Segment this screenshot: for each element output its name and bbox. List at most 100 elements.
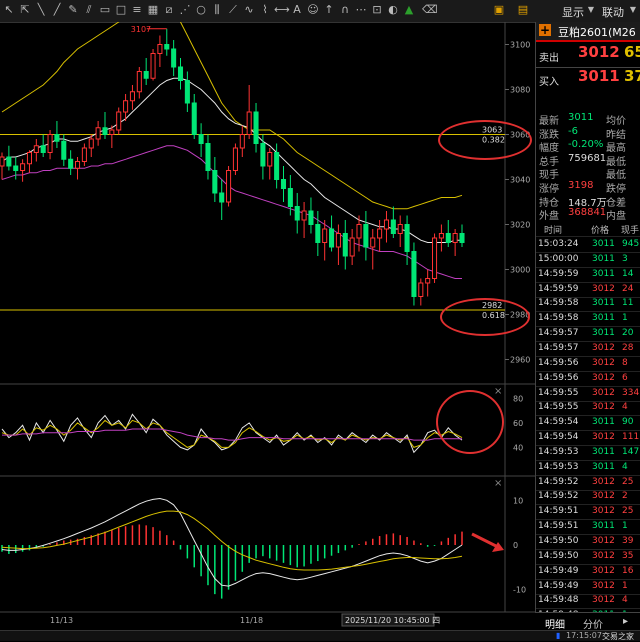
linkage-dropdown-icon[interactable]: ▼	[626, 3, 640, 17]
tick-row[interactable]: 14:59:53 3011 147	[536, 446, 640, 460]
period-icon[interactable]: ⫼	[210, 3, 224, 17]
channel-icon[interactable]: ⧄	[162, 3, 176, 17]
candle-body	[308, 210, 314, 225]
hide-icon[interactable]: ◐	[386, 3, 400, 17]
tick-row[interactable]: 14:59:55 3012 4	[536, 401, 640, 415]
arrow-icon[interactable]: ↖	[2, 3, 16, 17]
tick-row[interactable]: 14:59:51 3012 25	[536, 505, 640, 519]
pen-icon[interactable]: ✎	[66, 3, 80, 17]
line-icon[interactable]: ╲	[34, 3, 48, 17]
add-icon[interactable]: +	[539, 24, 551, 36]
emoji-icon[interactable]: ☺	[306, 3, 320, 17]
ray-icon[interactable]: ╱	[50, 3, 64, 17]
gann-icon[interactable]: ⟋	[226, 3, 240, 17]
x-axis-label: 11/13	[50, 616, 73, 625]
tick-time: 14:59:55	[538, 402, 579, 413]
linkage-menu[interactable]: 联动	[602, 4, 624, 20]
wallet-icon[interactable]: ▣	[492, 3, 506, 17]
tab-more-icon[interactable]: ▸	[623, 616, 628, 627]
kline-chart-area[interactable]: × × 3100 3080 3060 3040 3020 3000 2980 2960 3063 0.…	[0, 22, 535, 630]
tick-row[interactable]: 14:59:56 3012 8	[536, 357, 640, 371]
status-bar: ▮ 17:15:07 交易之家	[0, 630, 640, 641]
candle-body	[459, 233, 465, 243]
grid-icon[interactable]: ▦	[146, 3, 160, 17]
measure-icon[interactable]: ⟷	[274, 3, 290, 17]
candle-body	[260, 143, 266, 167]
text-icon[interactable]: A	[290, 3, 304, 17]
fib-icon[interactable]: ≡	[130, 3, 144, 17]
rsi-tick-label: 40	[513, 443, 523, 452]
tick-row[interactable]: 14:59:51 3011 1	[536, 520, 640, 534]
tick-row[interactable]: 15:03:24 3011 945	[536, 238, 640, 252]
tick-row[interactable]: 14:59:50 3012 39	[536, 535, 640, 549]
tick-volume: 20	[622, 328, 634, 339]
candle-body	[109, 129, 115, 135]
tick-row[interactable]: 14:59:52 3012 25	[536, 476, 640, 490]
tick-row[interactable]: 14:59:57 3012 28	[536, 342, 640, 356]
display-menu[interactable]: 显示	[562, 4, 584, 20]
tick-header: 时间 价格 现手	[536, 222, 640, 236]
tick-row[interactable]: 14:59:59 3012 24	[536, 283, 640, 297]
square-icon[interactable]: □	[114, 3, 128, 17]
tab-price-split[interactable]: 分价	[583, 616, 603, 631]
tick-volume: 25	[622, 476, 634, 487]
tick-row[interactable]: 14:59:58 3011 11	[536, 297, 640, 311]
tick-row[interactable]: 14:59:52 3012 2	[536, 490, 640, 504]
tick-row[interactable]: 14:59:49 3012 1	[536, 580, 640, 594]
ask-row[interactable]: 卖出 3012 65	[536, 43, 640, 66]
tick-row[interactable]: 14:59:48 3012 4	[536, 594, 640, 608]
tick-row[interactable]: 14:59:57 3011 20	[536, 327, 640, 341]
tick-price: 3011	[592, 461, 615, 472]
parallel-icon[interactable]: ⫽	[82, 3, 96, 17]
candle-body	[74, 161, 81, 169]
tick-price: 3011	[592, 239, 615, 249]
tick-volume: 3	[622, 253, 628, 264]
tick-time: 14:59:50	[538, 536, 579, 546]
tick-price: 3011	[592, 268, 615, 279]
tick-row[interactable]: 14:59:54 3012 111	[536, 431, 640, 445]
macd-tick-label: -10	[513, 586, 526, 595]
tick-time: 14:59:49	[538, 580, 579, 591]
tree-icon[interactable]: ▲	[402, 3, 416, 17]
tick-row[interactable]: 14:59:53 3011 4	[536, 461, 640, 475]
wave-icon[interactable]: ⌇	[258, 3, 272, 17]
tick-row[interactable]: 14:59:59 3011 14	[536, 268, 640, 282]
circle-icon[interactable]: ○	[194, 3, 208, 17]
tick-time: 14:59:52	[538, 491, 579, 502]
contract-title-bar[interactable]: + 豆粕2601(M26	[536, 22, 640, 42]
dots-icon[interactable]: ⋯	[354, 3, 368, 17]
tick-row[interactable]: 14:59:58 3011 1	[536, 312, 640, 326]
stat-value: 3198	[568, 180, 594, 191]
candle-body	[171, 48, 177, 68]
tick-price: 3011	[592, 446, 615, 457]
magnet-icon[interactable]: ∩	[338, 3, 352, 17]
up-arrow-icon[interactable]: ↑	[322, 3, 336, 17]
calculator-icon[interactable]: ▤	[516, 3, 530, 17]
pointer-icon[interactable]: ⇱	[18, 3, 32, 17]
tick-price: 3011	[592, 253, 615, 264]
annotation-ellipse-lower	[440, 298, 530, 336]
tick-row[interactable]: 14:59:54 3011 90	[536, 416, 640, 430]
fan-icon[interactable]: ⋰	[178, 3, 192, 17]
rectangle-icon[interactable]: ▭	[98, 3, 112, 17]
tick-price: 3012	[592, 550, 615, 561]
tick-row[interactable]: 14:59:49 3012 16	[536, 565, 640, 579]
lock-icon[interactable]: ⊡	[370, 3, 384, 17]
tick-row[interactable]: 14:59:50 3012 35	[536, 550, 640, 564]
candle-body	[370, 237, 376, 248]
display-dropdown-icon[interactable]: ▼	[584, 3, 598, 17]
annotation-ellipse-upper	[438, 120, 532, 160]
close-pane-icon: ×	[494, 386, 502, 397]
boll-upper-line	[1, 22, 463, 210]
tick-time: 14:59:56	[538, 357, 579, 368]
bid-volume: 37	[624, 67, 640, 85]
bid-row[interactable]: 买入 3011 37	[536, 67, 640, 90]
tick-time: 14:59:51	[538, 521, 579, 532]
cycle-icon[interactable]: ∿	[242, 3, 256, 17]
delete-icon[interactable]: ⌫	[422, 3, 438, 17]
candle-body	[377, 228, 383, 239]
tick-row[interactable]: 14:59:55 3012 334	[536, 387, 640, 401]
rsi-white-line	[1, 413, 463, 454]
tick-row[interactable]: 15:00:00 3011 3	[536, 253, 640, 267]
tick-row[interactable]: 14:59:56 3012 6	[536, 372, 640, 386]
